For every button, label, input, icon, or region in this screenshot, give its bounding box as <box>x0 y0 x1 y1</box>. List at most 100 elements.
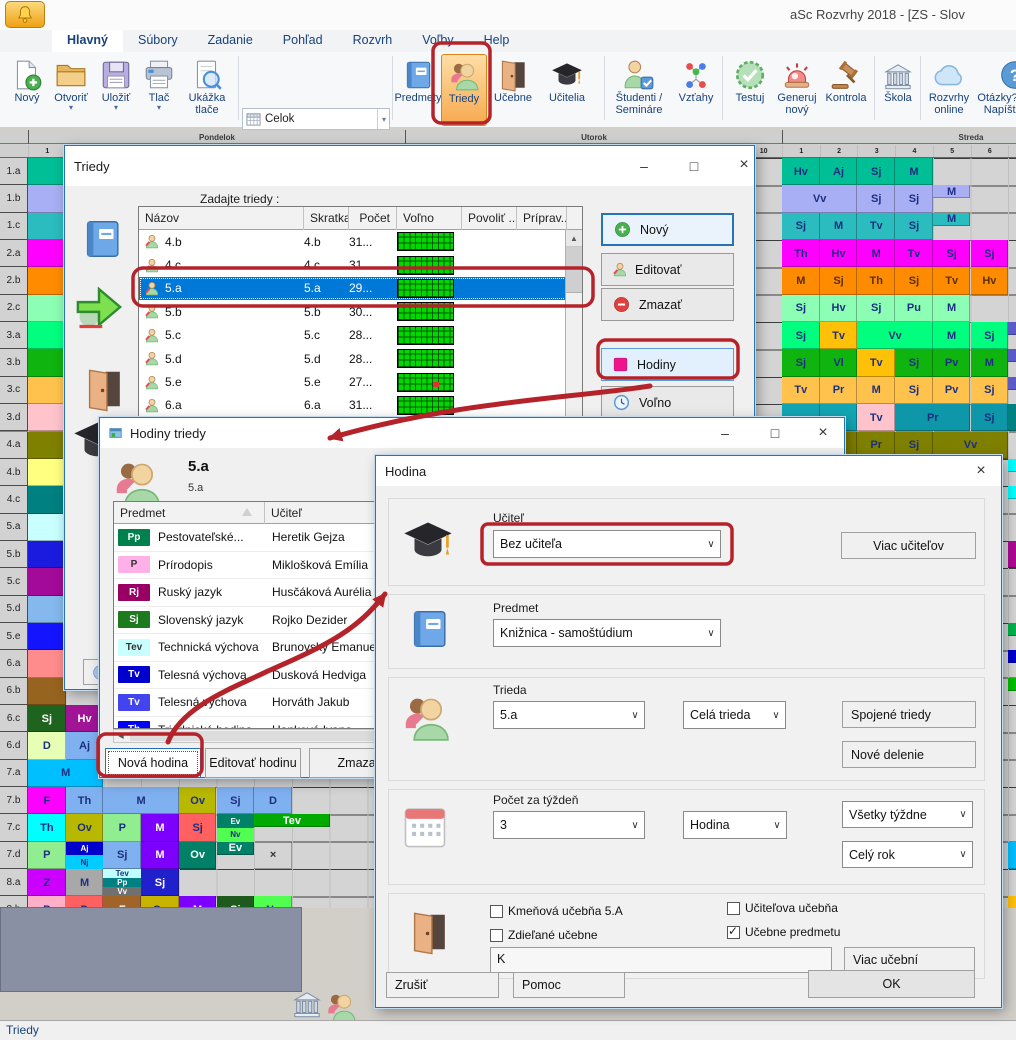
timetable-cell-stack[interactable]: EvNv <box>217 814 255 841</box>
triedy-row-5.a[interactable]: 5.a5.a29... <box>139 277 567 300</box>
lesson-cell-Vl[interactable]: Vl <box>820 349 858 376</box>
lesson-cell[interactable] <box>1008 896 1016 908</box>
menu-tab-rozvrh[interactable]: Rozvrh <box>338 30 408 52</box>
column-header-povoli[interactable]: Povoliť ... <box>462 207 517 230</box>
lesson-cell[interactable] <box>28 459 66 486</box>
toolbar-button-otvorit[interactable]: Otvoriť▾ <box>48 54 94 126</box>
lesson-cell-Z[interactable]: Z <box>28 869 66 896</box>
lesson-cell-M[interactable]: M <box>782 267 820 294</box>
hodiny-button[interactable]: Hodiny <box>601 348 734 381</box>
toolbar-button-kontrola[interactable]: Kontrola <box>822 54 870 126</box>
lesson-cell[interactable] <box>1008 541 1016 568</box>
lesson-cell-M[interactable]: M <box>820 213 858 240</box>
lesson-cell-Sj[interactable]: Sj <box>971 240 1009 267</box>
ucebne-predmetu-checkbox[interactable]: Učebne predmetu <box>727 925 840 939</box>
lesson-cell[interactable] <box>28 678 66 705</box>
lesson-cell-M[interactable]: M <box>933 213 971 226</box>
lesson-cell-P[interactable]: P <box>28 842 66 869</box>
hodina-type-select[interactable]: Hodina∨ <box>683 811 787 839</box>
lesson-cell-Sj[interactable]: Sj <box>217 787 255 814</box>
predmet-select[interactable]: Knižnica - samoštúdium∨ <box>493 619 721 647</box>
chevron-down-icon[interactable]: ▾ <box>114 104 118 112</box>
lesson-cell-D[interactable]: D <box>254 787 292 814</box>
lesson-cell-Aj[interactable]: Aj <box>820 158 858 185</box>
lesson-cell-Hv[interactable]: Hv <box>782 158 820 185</box>
triedy-row-5.c[interactable]: 5.c5.c28... <box>139 324 567 347</box>
lesson-cell-Hv[interactable]: Hv <box>820 295 858 322</box>
lesson-cell-Tv[interactable]: Tv <box>820 322 858 349</box>
chevron-down-icon[interactable]: ▾ <box>157 104 161 112</box>
lesson-cell-Sj[interactable]: Sj <box>971 404 1009 431</box>
lesson-cell[interactable] <box>1008 349 1016 362</box>
lesson-cell-Th[interactable]: Th <box>28 814 66 841</box>
lesson-cell[interactable] <box>1008 459 1016 472</box>
menu-tab-pohľad[interactable]: Pohľad <box>268 30 338 52</box>
column-header-názov[interactable]: Názov <box>139 207 304 230</box>
lesson-cell-Sj[interactable]: Sj <box>857 295 895 322</box>
lesson-cell[interactable] <box>1008 678 1016 691</box>
lesson-cell-M[interactable]: M <box>141 842 179 869</box>
trieda-scope-select[interactable]: Celá trieda∨ <box>683 701 786 729</box>
lesson-cell[interactable] <box>28 486 66 513</box>
lesson-cell-Vv[interactable]: Vv <box>782 185 857 212</box>
toolbar-button-predmety[interactable]: Predmety <box>394 54 442 126</box>
lesson-cell-Th[interactable]: Th <box>857 267 895 294</box>
lesson-cell-M[interactable]: M <box>933 322 971 349</box>
lesson-cell-Sj[interactable]: Sj <box>820 267 858 294</box>
lesson-cell-Pv[interactable]: Pv <box>933 377 971 404</box>
lesson-cell-Hv[interactable]: Hv <box>820 240 858 267</box>
lesson-cell-Sj[interactable]: Sj <box>28 705 66 732</box>
lesson-cell[interactable] <box>28 267 66 294</box>
room-input[interactable]: K <box>490 947 832 973</box>
lesson-cell[interactable] <box>28 295 66 322</box>
lesson-cell-Sj[interactable]: Sj <box>782 349 820 376</box>
lesson-cell-Sj[interactable]: Sj <box>782 213 820 240</box>
close-icon[interactable]: × <box>727 156 761 174</box>
lesson-cell[interactable] <box>1008 650 1016 663</box>
lesson-cell-Tv[interactable]: Tv <box>857 349 895 376</box>
editovat-button[interactable]: Editovať <box>601 253 734 286</box>
toolbar-button-generuj-novy[interactable]: Generuj nový <box>774 54 820 126</box>
column-header-skratka[interactable]: Skratka <box>304 207 349 230</box>
maximize-icon[interactable]: □ <box>758 425 792 441</box>
chevron-down-icon[interactable]: ▾ <box>69 104 73 112</box>
lesson-cell-M[interactable]: M <box>933 295 971 322</box>
lesson-cell[interactable] <box>1008 404 1016 431</box>
editovat-hodinu-button[interactable]: Editovať hodinu <box>205 748 301 778</box>
lesson-cell-F[interactable]: F <box>28 787 66 814</box>
triedy-row-4.b[interactable]: 4.b4.b31... <box>139 230 567 253</box>
lesson-cell-Ov[interactable]: Ov <box>179 842 217 869</box>
triedy-row-5.d[interactable]: 5.d5.d28... <box>139 347 567 370</box>
toolbar-button-rozvrhy-online[interactable]: Rozvrhy online <box>924 54 974 126</box>
lesson-cell-M[interactable]: M <box>103 787 178 814</box>
lesson-cell-Sj[interactable]: Sj <box>103 842 141 869</box>
lesson-cell[interactable] <box>28 650 66 677</box>
kmenova-ucebna-checkbox[interactable]: Kmeňová učebňa 5.A <box>490 904 623 918</box>
lesson-cell-Tv[interactable]: Tv <box>933 267 971 294</box>
lesson-cell[interactable] <box>1008 623 1016 636</box>
weeks-select[interactable]: Všetky týždne∨ <box>842 801 973 828</box>
cancel-button[interactable]: Zrušiť <box>386 972 499 998</box>
close-icon[interactable]: × <box>964 462 998 480</box>
lesson-cell[interactable] <box>28 596 66 623</box>
lesson-cell-P[interactable]: P <box>103 814 141 841</box>
novy-button[interactable]: Nový <box>601 213 734 246</box>
toolbar-button-ulozit[interactable]: Uložiť▾ <box>94 54 138 126</box>
lesson-cell[interactable] <box>1008 377 1016 390</box>
toolbar-button-ukazka-tlace[interactable]: Ukážka tlače <box>180 54 234 126</box>
lesson-cell[interactable] <box>28 322 66 349</box>
menu-tab-hlavný[interactable]: Hlavný <box>52 30 123 52</box>
lesson-cell[interactable] <box>1008 322 1016 335</box>
column-predmet[interactable]: Predmet <box>114 502 265 525</box>
pocet-select[interactable]: 3∨ <box>493 811 645 839</box>
lesson-cell[interactable] <box>28 158 66 185</box>
zmazat-button[interactable]: Zmazať <box>601 288 734 321</box>
lesson-cell-M[interactable]: M <box>857 240 895 267</box>
lesson-cell-Sj[interactable]: Sj <box>895 349 933 376</box>
lesson-cell-M[interactable]: M <box>857 377 895 404</box>
toolbar-button-triedy[interactable]: Triedy <box>441 54 487 126</box>
menu-tab-súbory[interactable]: Súbory <box>123 30 193 52</box>
lesson-cell-D[interactable]: D <box>28 732 66 759</box>
lesson-cell[interactable] <box>28 349 66 376</box>
nova-hodina-button[interactable]: Nová hodina <box>105 748 201 778</box>
